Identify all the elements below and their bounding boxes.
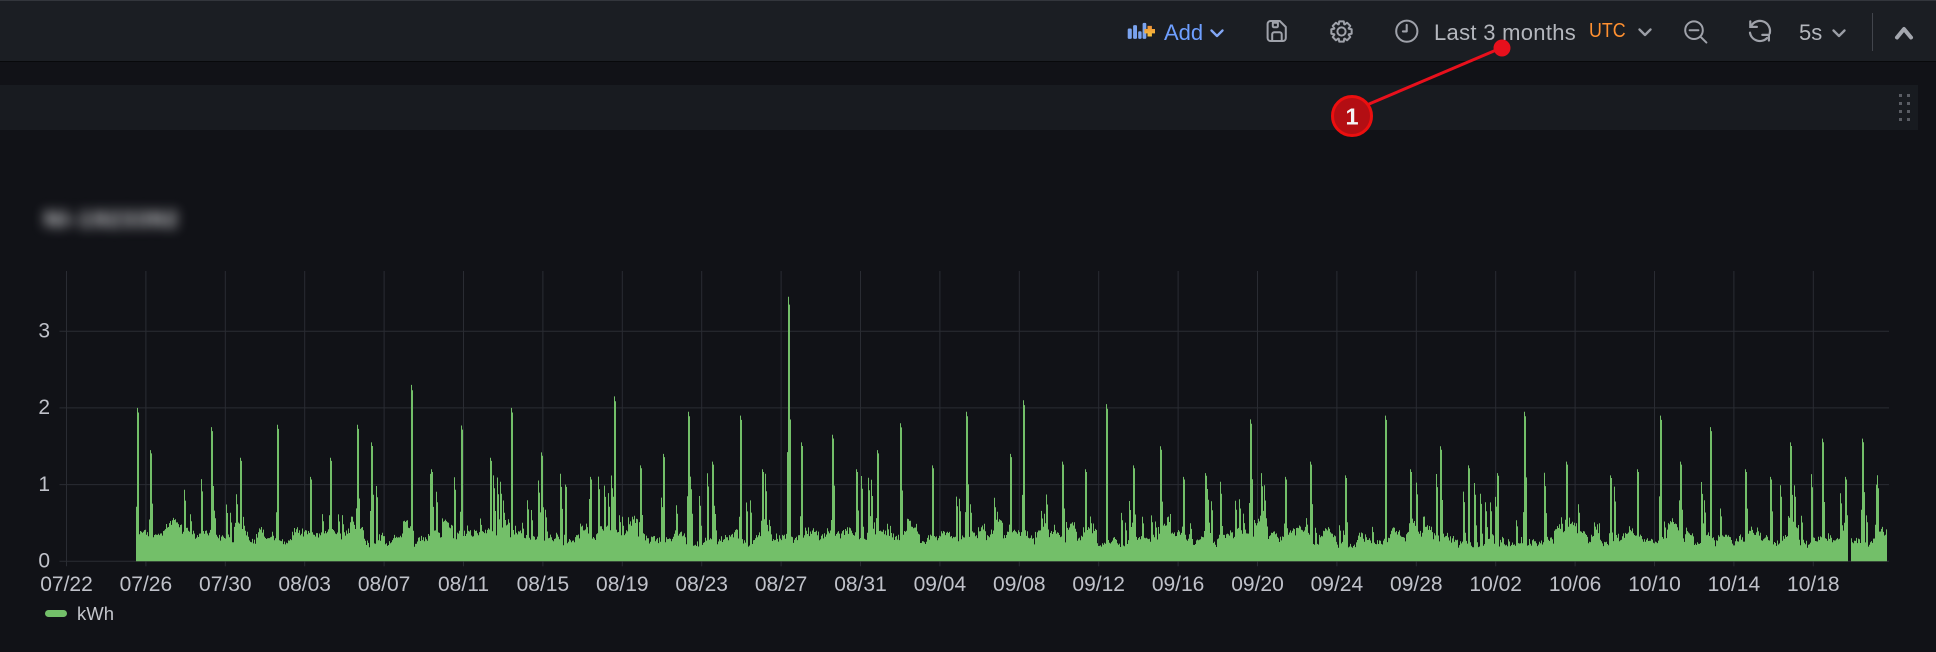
svg-text:1: 1 bbox=[1345, 104, 1358, 130]
